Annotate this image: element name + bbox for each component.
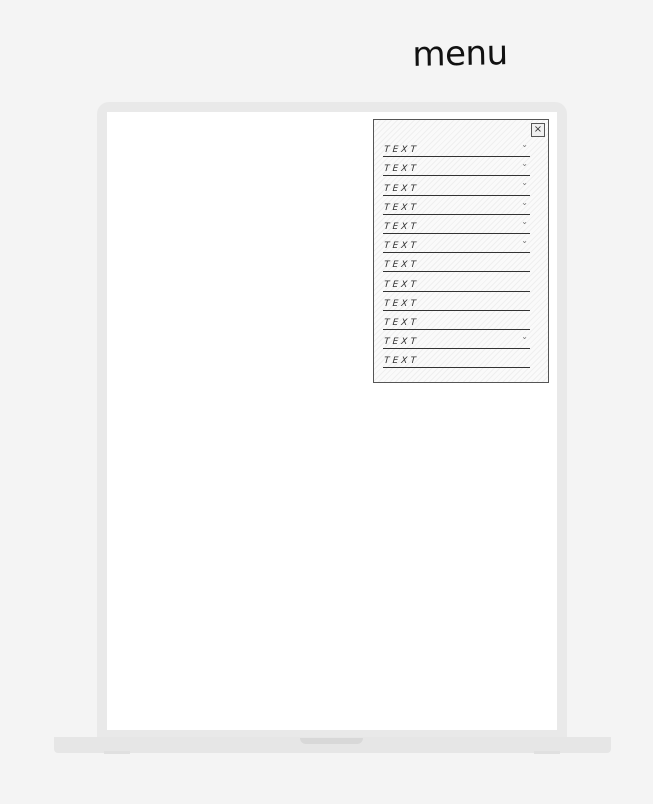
menu-item[interactable]: TEXT ⌄ bbox=[383, 196, 530, 215]
chevron-down-icon: ⌄ bbox=[521, 140, 528, 149]
menu-item[interactable]: TEXT bbox=[383, 272, 530, 292]
menu-item-label: TEXT bbox=[383, 279, 420, 290]
laptop-foot bbox=[104, 751, 130, 754]
menu-panel: × TEXT ⌄ TEXT ⌄ TEXT ⌄ TEXT ⌄ TEXT ⌄ TEX… bbox=[373, 119, 549, 383]
close-icon[interactable]: × bbox=[531, 123, 545, 137]
laptop-foot bbox=[534, 751, 560, 754]
menu-item[interactable]: TEXT ⌄ bbox=[383, 157, 530, 177]
chevron-down-icon: ⌄ bbox=[521, 216, 528, 226]
chevron-down-icon: ⌄ bbox=[521, 197, 528, 207]
menu-item[interactable]: TEXT ⌄ bbox=[383, 176, 530, 196]
menu-item-label: TEXT bbox=[383, 260, 420, 271]
menu-item[interactable]: TEXT bbox=[383, 311, 530, 330]
menu-item-label: TEXT bbox=[383, 221, 420, 232]
menu-item[interactable]: TEXT ⌄ bbox=[383, 215, 530, 234]
menu-item-label: TEXT bbox=[383, 145, 420, 156]
menu-item[interactable]: TEXT ⌄ bbox=[383, 330, 530, 350]
menu-item-label: TEXT bbox=[383, 183, 420, 194]
laptop-screen: × TEXT ⌄ TEXT ⌄ TEXT ⌄ TEXT ⌄ TEXT ⌄ TEX… bbox=[107, 112, 557, 730]
chevron-down-icon: ⌄ bbox=[521, 331, 528, 341]
menu-item-label: TEXT bbox=[383, 202, 420, 213]
menu-item[interactable]: TEXT ⌄ bbox=[383, 234, 530, 254]
laptop-notch bbox=[300, 738, 363, 744]
menu-item-label: TEXT bbox=[383, 317, 420, 328]
chevron-down-icon: ⌄ bbox=[521, 235, 528, 245]
menu-item[interactable]: TEXT bbox=[383, 349, 530, 369]
menu-list: TEXT ⌄ TEXT ⌄ TEXT ⌄ TEXT ⌄ TEXT ⌄ TEXT … bbox=[383, 138, 530, 369]
menu-item-label: TEXT bbox=[383, 298, 420, 309]
menu-item-label: TEXT bbox=[383, 356, 420, 367]
menu-item-label: TEXT bbox=[383, 337, 420, 348]
menu-item[interactable]: TEXT bbox=[383, 253, 530, 273]
menu-item-label: TEXT bbox=[383, 164, 420, 175]
wireframe-stage: menu × TEXT ⌄ TEXT ⌄ TEXT ⌄ TEXT ⌄ TEXT … bbox=[0, 0, 653, 804]
menu-item[interactable]: TEXT bbox=[383, 292, 530, 311]
menu-item-label: TEXT bbox=[383, 241, 420, 252]
chevron-down-icon: ⌄ bbox=[521, 178, 528, 188]
chevron-down-icon: ⌄ bbox=[521, 159, 528, 169]
page-title: menu bbox=[412, 33, 508, 75]
menu-item[interactable]: TEXT ⌄ bbox=[383, 138, 530, 158]
